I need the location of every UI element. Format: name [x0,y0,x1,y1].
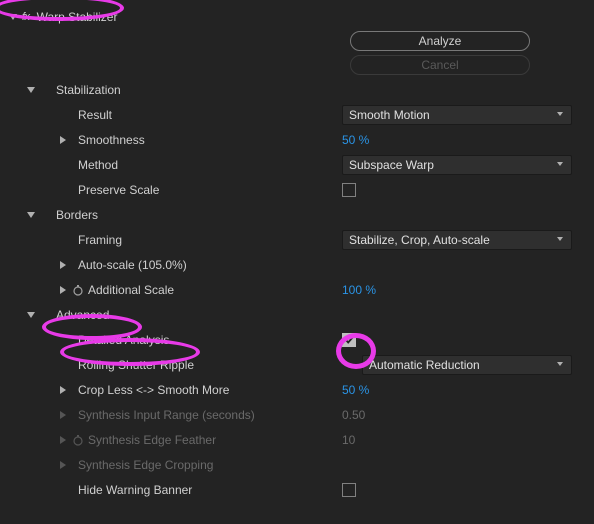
chevron-down-icon [555,233,565,247]
detailed-analysis-checkbox[interactable] [342,333,356,347]
rolling-shutter-select[interactable]: Automatic Reduction [362,355,572,375]
twirl-right-icon[interactable] [54,410,72,420]
framing-select[interactable]: Stabilize, Crop, Auto-scale [342,230,572,250]
crop-smooth-label: Crop Less <-> Smooth More [78,383,229,397]
effect-name: Warp Stabilizer [37,10,118,24]
twirl-right-icon[interactable] [54,285,72,295]
cancel-button-row: Cancel [0,53,594,77]
chevron-down-icon [555,108,565,122]
synth-feather-value: 10 [342,433,355,447]
synth-feather-label: Synthesis Edge Feather [88,433,216,447]
stopwatch-icon[interactable] [72,284,86,296]
auto-scale-row: Auto-scale (105.0%) [0,252,594,277]
rolling-shutter-row: Rolling Shutter Ripple Automatic Reducti… [0,352,594,377]
additional-scale-row: Additional Scale 100 % [0,277,594,302]
detailed-analysis-row: Detailed Analysis [0,327,594,352]
synth-feather-row: Synthesis Edge Feather 10 [0,427,594,452]
result-label: Result [78,108,112,122]
framing-value: Stabilize, Crop, Auto-scale [349,233,490,247]
stopwatch-icon [72,434,86,446]
twirl-down-icon[interactable] [22,85,40,95]
advanced-section-label: Advanced [56,308,109,322]
auto-scale-label: Auto-scale (105.0%) [78,258,187,272]
rolling-shutter-label: Rolling Shutter Ripple [78,358,194,372]
method-label: Method [78,158,118,172]
hide-warning-checkbox[interactable] [342,483,356,497]
framing-label: Framing [78,233,122,247]
stabilization-section-row: Stabilization [0,77,594,102]
synth-cropping-label: Synthesis Edge Cropping [78,458,213,472]
framing-row: Framing Stabilize, Crop, Auto-scale [0,227,594,252]
stabilization-section-label: Stabilization [56,83,121,97]
rolling-shutter-value: Automatic Reduction [369,358,480,372]
synth-range-row: Synthesis Input Range (seconds) 0.50 [0,402,594,427]
effect-controls-panel: fx Warp Stabilizer Analyze Cancel Stabil… [0,0,594,502]
hide-warning-row: Hide Warning Banner [0,477,594,502]
additional-scale-label: Additional Scale [88,283,174,297]
effect-header-row: fx Warp Stabilizer [0,4,594,29]
smoothness-value[interactable]: 50 % [342,133,369,147]
twirl-right-icon[interactable] [54,385,72,395]
chevron-down-icon [555,358,565,372]
advanced-section-row: Advanced [0,302,594,327]
fx-badge[interactable]: fx [22,11,30,23]
synth-range-value: 0.50 [342,408,365,422]
chevron-down-icon [555,158,565,172]
crop-smooth-row: Crop Less <-> Smooth More 50 % [0,377,594,402]
additional-scale-value[interactable]: 100 % [342,283,376,297]
preserve-scale-row: Preserve Scale [0,177,594,202]
method-select[interactable]: Subspace Warp [342,155,572,175]
method-row: Method Subspace Warp [0,152,594,177]
twirl-right-icon[interactable] [54,435,72,445]
synth-cropping-row: Synthesis Edge Cropping [0,452,594,477]
twirl-right-icon[interactable] [54,460,72,470]
borders-section-label: Borders [56,208,98,222]
analyze-button-row: Analyze [0,29,594,53]
result-value: Smooth Motion [349,108,430,122]
detailed-analysis-label: Detailed Analysis [78,333,169,347]
smoothness-row: Smoothness 50 % [0,127,594,152]
smoothness-label: Smoothness [78,133,145,147]
result-row: Result Smooth Motion [0,102,594,127]
result-select[interactable]: Smooth Motion [342,105,572,125]
preserve-scale-label: Preserve Scale [78,183,159,197]
hide-warning-label: Hide Warning Banner [78,483,192,497]
twirl-right-icon[interactable] [54,135,72,145]
twirl-down-icon[interactable] [22,210,40,220]
cancel-button: Cancel [350,55,530,75]
borders-section-row: Borders [0,202,594,227]
twirl-down-icon[interactable] [4,12,22,22]
preserve-scale-checkbox[interactable] [342,183,356,197]
twirl-down-icon[interactable] [22,310,40,320]
synth-range-label: Synthesis Input Range (seconds) [78,408,255,422]
crop-smooth-value[interactable]: 50 % [342,383,369,397]
analyze-button[interactable]: Analyze [350,31,530,51]
method-value: Subspace Warp [349,158,434,172]
twirl-right-icon[interactable] [54,260,72,270]
